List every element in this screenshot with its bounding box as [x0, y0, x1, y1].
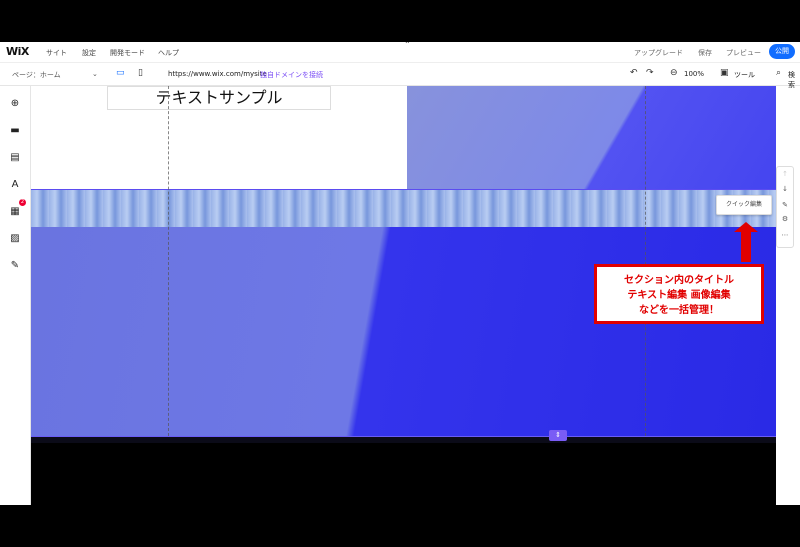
wix-logo: WiX — [6, 45, 29, 58]
empty-section — [31, 443, 776, 505]
annotation-line-1: セクション内のタイトル — [624, 275, 734, 286]
desktop-icon[interactable]: ▭ — [116, 68, 125, 78]
annotation-callout: セクション内のタイトル テキスト編集 画像編集 などを一括管理！ — [594, 264, 764, 324]
zoom-icon[interactable]: ⊖ — [670, 68, 678, 78]
wix-editor: WiX サイト 設定 開発モード ヘルプ ⌃ アップグレード 保存 プレビュー … — [0, 42, 800, 505]
tools-icon[interactable]: ▣ — [720, 68, 729, 78]
menu-settings[interactable]: 設定 — [82, 48, 96, 58]
resize-handle-icon[interactable]: ⇕ — [549, 430, 567, 441]
quick-edit-tooltip: クイック編集 — [716, 195, 772, 215]
preview-button[interactable]: プレビュー — [726, 48, 761, 58]
search-icon[interactable]: ⌕ — [776, 68, 781, 78]
add-section-icon[interactable]: ▬ — [10, 126, 20, 136]
apps-icon[interactable]: ▦ — [10, 207, 20, 217]
section-actions-panel: ↑ ↓ ✎ ⚙ ⋯ — [776, 166, 794, 248]
grid-guide-left — [168, 86, 169, 436]
design-icon[interactable]: A — [10, 180, 20, 190]
page-selector[interactable]: ページ：ホーム — [12, 70, 61, 80]
more-icon[interactable]: ⋯ — [781, 231, 789, 239]
pen-icon[interactable]: ✎ — [10, 261, 20, 271]
publish-button[interactable]: 公開 — [769, 44, 795, 59]
annotation-line-3: などを一括管理！ — [639, 305, 719, 316]
section-selection-line — [31, 189, 776, 190]
redo-icon[interactable]: ↷ — [646, 68, 654, 78]
settings-icon[interactable]: ⚙ — [781, 215, 789, 223]
annotation-line-2: テキスト編集 画像編集 — [627, 290, 731, 301]
mobile-icon[interactable]: ▯ — [138, 68, 143, 78]
menu-help[interactable]: ヘルプ — [158, 48, 179, 58]
upgrade-link[interactable]: アップグレード — [634, 48, 683, 58]
add-elements-icon[interactable]: ⊕ — [10, 99, 20, 109]
zoom-level[interactable]: 100% — [684, 70, 704, 78]
search-label[interactable]: 検索 — [788, 70, 800, 90]
undo-icon[interactable]: ↶ — [630, 68, 638, 78]
grid-guide-right — [645, 86, 646, 436]
quick-edit-icon[interactable]: ✎ — [781, 201, 789, 209]
editor-canvas[interactable]: テキストサンプル — [31, 86, 776, 436]
menu-site[interactable]: サイト — [46, 48, 67, 58]
pages-icon[interactable]: ▤ — [10, 153, 20, 163]
save-button[interactable]: 保存 — [698, 48, 712, 58]
menu-dev-mode[interactable]: 開発モード — [110, 48, 145, 58]
chevron-down-icon[interactable]: ⌄ — [92, 70, 98, 78]
text-sample-box[interactable]: テキストサンプル — [107, 86, 331, 110]
apps-badge: 2 — [19, 199, 26, 206]
connect-domain-link[interactable]: 独自ドメインを接続 — [260, 70, 323, 80]
annotation-arrow-shaft — [741, 231, 751, 262]
site-url: https://www.wix.com/mysite — [168, 70, 267, 78]
move-down-icon[interactable]: ↓ — [781, 185, 789, 193]
section-background-image[interactable] — [31, 227, 776, 436]
move-up-icon[interactable]: ↑ — [781, 170, 789, 178]
editor-toolbar: ページ：ホーム ⌄ ▭ ▯ https://www.wix.com/mysite… — [0, 63, 800, 89]
left-rail: ⊕ ▬ ▤ A ▦ 2 ▨ ✎ ◈ — [0, 86, 31, 505]
collapse-caret-icon[interactable]: ⌃ — [404, 42, 411, 49]
building-image-strip[interactable] — [31, 189, 776, 227]
media-icon[interactable]: ▨ — [10, 234, 20, 244]
top-image[interactable] — [407, 86, 776, 190]
top-bar: WiX サイト 設定 開発モード ヘルプ ⌃ アップグレード 保存 プレビュー … — [0, 42, 800, 63]
section-bottom-bar — [31, 436, 776, 443]
tools-button[interactable]: ツール — [734, 70, 755, 80]
